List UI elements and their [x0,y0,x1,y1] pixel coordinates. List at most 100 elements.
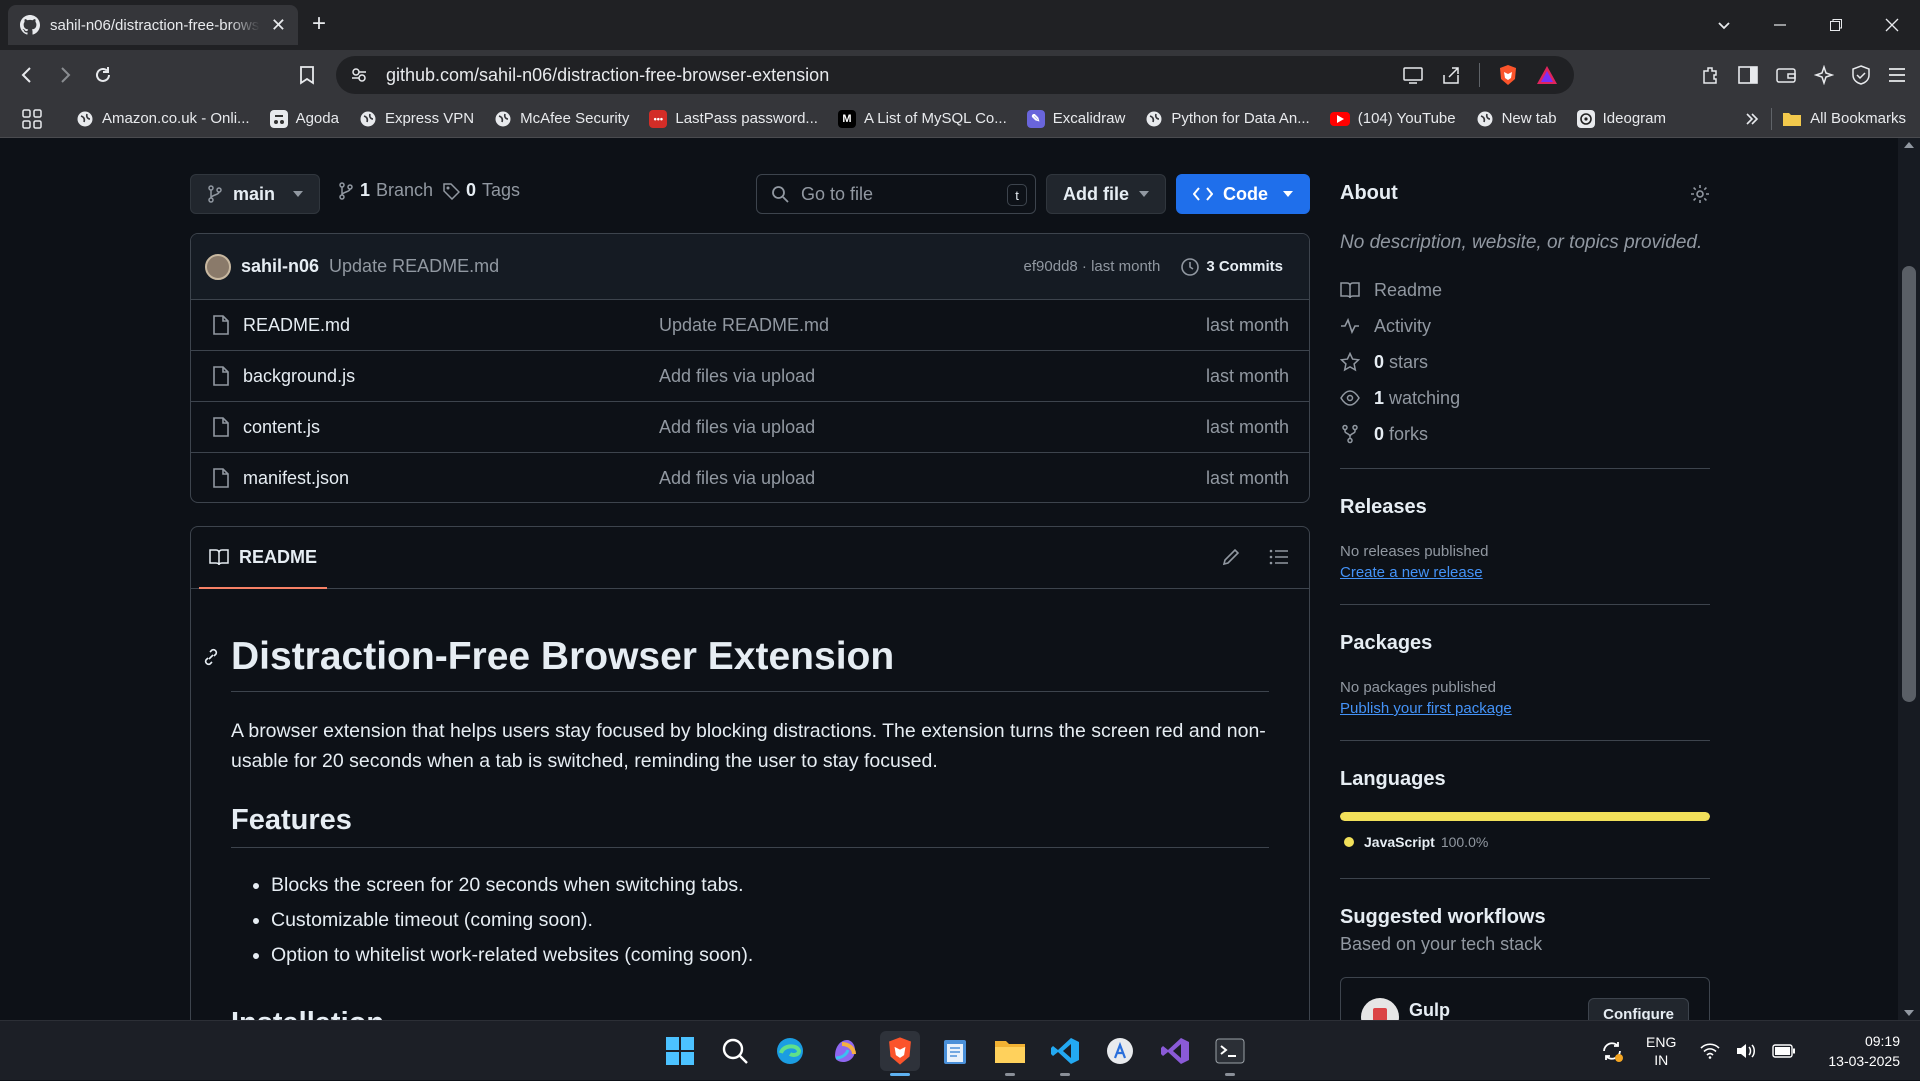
tab-search-chevron-icon[interactable] [1696,0,1752,50]
forward-icon[interactable] [52,62,78,88]
edge-icon[interactable] [770,1031,810,1071]
scroll-thumb[interactable] [1902,266,1916,702]
sync-update-icon[interactable] [1600,1039,1624,1063]
watchers-link[interactable]: 1 watching [1340,380,1710,416]
all-bookmarks-folder[interactable]: All Bookmarks [1772,110,1920,127]
file-explorer-icon[interactable] [990,1031,1030,1076]
bookmark-mcafee[interactable]: McAfee Security [484,110,639,128]
bookmark-icon[interactable] [294,62,320,88]
bookmark-agoda[interactable]: Agoda [260,109,349,128]
bookmark-lastpass[interactable]: ••• LastPass password... [639,109,828,128]
file-commit-message[interactable]: Add files via upload [659,468,815,489]
notepad-icon[interactable] [935,1031,975,1071]
bookmark-new-tab[interactable]: New tab [1466,110,1567,128]
minimize-icon[interactable] [1752,0,1808,50]
brave-rewards-icon[interactable] [1536,65,1558,85]
releases-title[interactable]: Releases [1340,496,1427,519]
battery-icon[interactable] [1772,1044,1796,1058]
add-file-button[interactable]: Add file [1046,174,1166,214]
language-indicator[interactable]: ENG IN [1646,1033,1676,1069]
new-tab-icon[interactable]: + [312,12,326,36]
fork-icon [1340,424,1360,444]
bookmark-python-data[interactable]: Python for Data An... [1135,110,1319,128]
apps-grid-icon[interactable] [0,108,66,129]
back-icon[interactable] [14,62,40,88]
search-icon[interactable] [715,1031,755,1071]
scroll-down-arrow-icon[interactable] [1904,1010,1914,1016]
bookmark-expressvpn[interactable]: Express VPN [349,110,484,128]
forks-link[interactable]: 0 forks [1340,416,1710,452]
code-button[interactable]: Code [1176,174,1310,214]
bookmark-youtube[interactable]: (104) YouTube [1320,110,1466,127]
sidebar-toggle-icon[interactable] [1738,66,1758,84]
site-info-icon[interactable] [350,66,368,84]
activity-link[interactable]: Activity [1340,308,1710,344]
file-name[interactable]: content.js [243,417,320,438]
scroll-up-arrow-icon[interactable] [1904,142,1914,148]
wifi-icon[interactable] [1700,1043,1720,1059]
avatar[interactable] [205,253,231,280]
restore-icon[interactable] [1808,0,1864,50]
commits-link[interactable]: 3 Commits [1180,257,1283,277]
configure-button[interactable]: Configure [1588,998,1689,1020]
bookmark-amazon[interactable]: Amazon.co.uk - Onli... [66,110,260,128]
copilot-icon[interactable] [825,1031,865,1071]
bookmark-ideogram[interactable]: Ideogram [1567,109,1676,128]
file-commit-message[interactable]: Add files via upload [659,417,815,438]
clock[interactable]: 09:19 13-03-2025 [1828,1031,1900,1071]
packages-title[interactable]: Packages [1340,632,1432,655]
github-icon [20,15,40,35]
file-name[interactable]: background.js [243,366,355,387]
tab-close-icon[interactable]: ✕ [271,15,286,36]
outline-list-icon[interactable] [1269,548,1289,566]
leo-ai-icon[interactable] [1814,65,1834,85]
volume-icon[interactable] [1736,1043,1756,1059]
brave-browser-icon[interactable] [880,1031,920,1076]
reload-icon[interactable] [90,62,116,88]
edit-pencil-icon[interactable] [1221,547,1241,567]
file-commit-message[interactable]: Update README.md [659,315,829,336]
file-commit-message[interactable]: Add files via upload [659,366,815,387]
stars-link[interactable]: 0 stars [1340,344,1710,380]
commit-hash-time[interactable]: ef90dd8 · last month [1024,258,1161,275]
tab-readme[interactable]: README [199,527,328,589]
file-row[interactable]: manifest.json Add files via upload last … [191,453,1309,502]
commit-message[interactable]: Update README.md [329,256,499,277]
commit-author[interactable]: sahil-n06 [241,256,319,277]
publish-package-link[interactable]: Publish your first package [1340,700,1512,717]
bookmark-mysql-list[interactable]: MA List of MySQL Co... [828,109,1017,128]
branch-select-button[interactable]: main [190,174,320,214]
wallet-icon[interactable] [1776,66,1796,84]
divider [1340,740,1710,741]
start-icon[interactable] [660,1031,700,1071]
file-row[interactable]: content.js Add files via upload last mon… [191,402,1309,453]
file-row[interactable]: README.md Update README.md last month [191,300,1309,351]
extensions-icon[interactable] [1700,65,1720,85]
language-entry[interactable]: JavaScript 100.0% [1344,834,1488,850]
terminal-icon[interactable] [1210,1031,1250,1076]
close-window-icon[interactable] [1864,0,1920,50]
menu-icon[interactable] [1888,67,1906,83]
vscode-icon[interactable] [1045,1031,1085,1076]
bookmarks-overflow-icon[interactable] [1735,112,1771,126]
tags-link[interactable]: 0 Tags [442,180,520,201]
create-release-link[interactable]: Create a new release [1340,564,1483,581]
branches-link[interactable]: 1 Branch [338,180,433,201]
share-icon[interactable] [1441,65,1461,85]
page-scrollbar[interactable] [1898,138,1920,1020]
go-to-file-input[interactable]: Go to file t [756,174,1036,214]
app-installer-icon[interactable] [1100,1031,1140,1071]
file-name[interactable]: manifest.json [243,468,349,489]
link-anchor-icon[interactable] [201,647,221,667]
file-row[interactable]: background.js Add files via upload last … [191,351,1309,402]
browser-tab-active[interactable]: sahil-n06/distraction-free-browser-exten… [8,5,298,45]
readme-link[interactable]: Readme [1340,272,1710,308]
file-name[interactable]: README.md [243,315,350,336]
bookmark-excalidraw[interactable]: ✎ Excalidraw [1017,109,1136,128]
settings-gear-icon[interactable] [1690,184,1710,204]
visual-studio-icon[interactable] [1155,1031,1195,1071]
cast-icon[interactable] [1403,66,1423,84]
vpn-icon[interactable] [1852,65,1870,85]
brave-shields-icon[interactable] [1498,64,1518,86]
address-bar[interactable]: github.com/sahil-n06/distraction-free-br… [336,56,1574,94]
